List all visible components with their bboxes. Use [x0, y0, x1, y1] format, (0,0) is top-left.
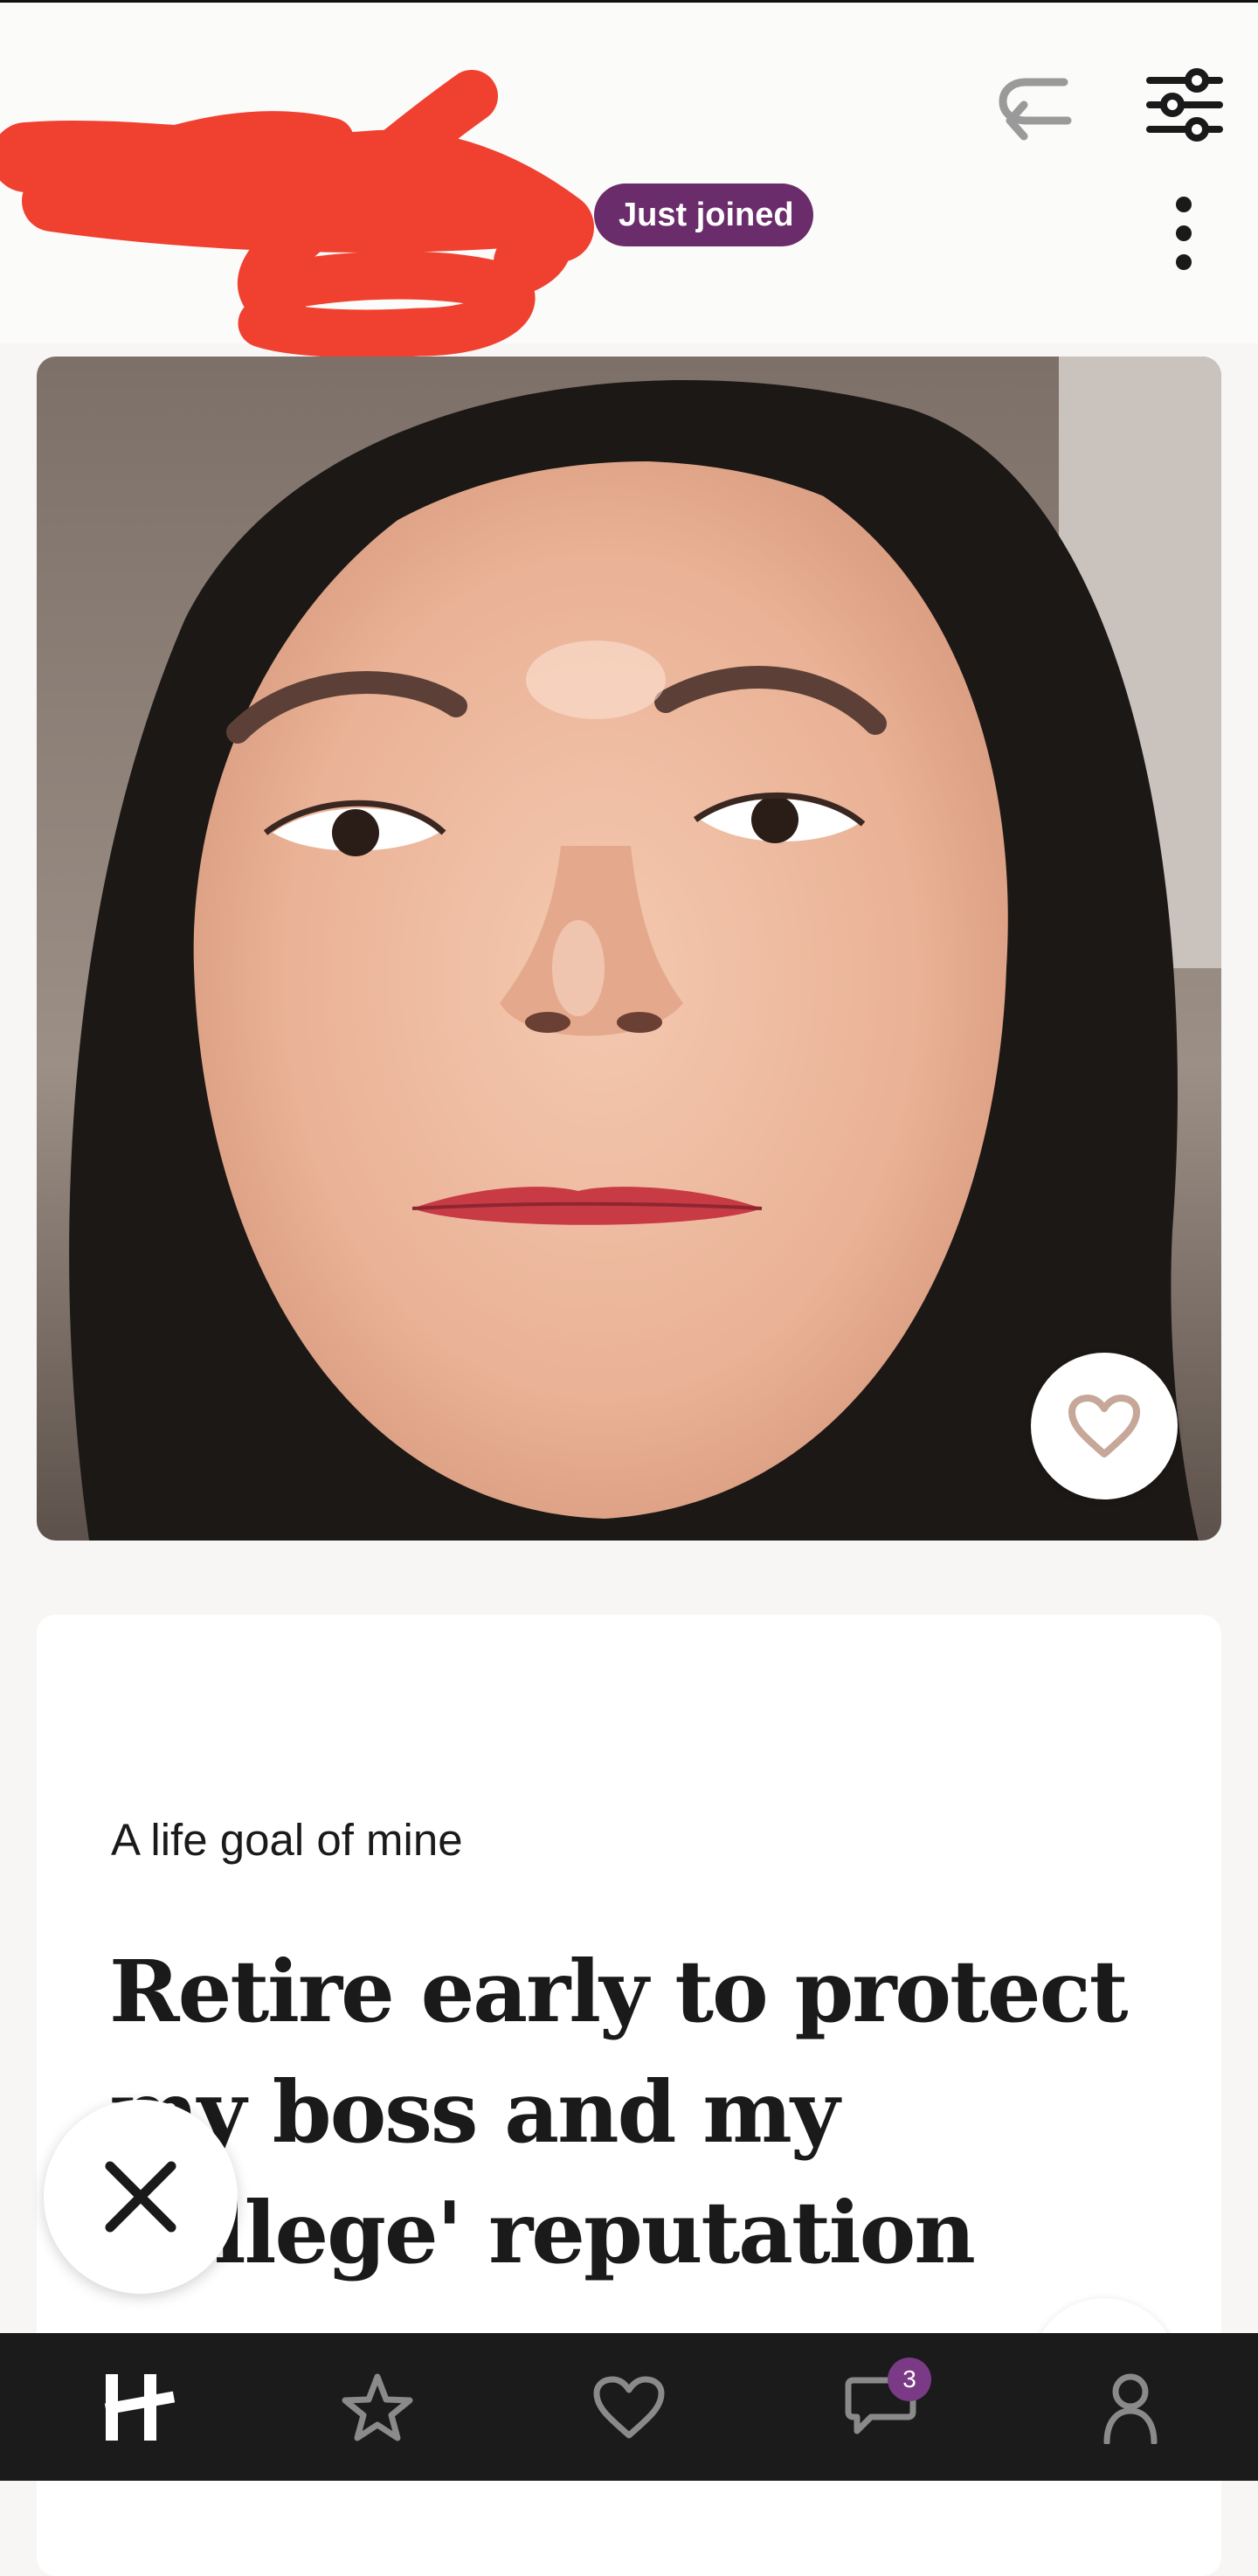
nav-standouts[interactable] — [299, 2333, 456, 2481]
like-photo-button[interactable] — [1031, 1353, 1178, 1499]
profile-icon — [1103, 2373, 1158, 2444]
nav-matches[interactable]: 3 — [802, 2333, 959, 2481]
more-options-button[interactable] — [1162, 194, 1206, 273]
undo-button[interactable] — [994, 66, 1078, 145]
portrait-image — [37, 357, 1221, 1541]
matches-count-badge: 3 — [888, 2358, 931, 2401]
profile-photo[interactable] — [37, 357, 1221, 1541]
prompt-answer: Retire early to protect my boss and my c… — [109, 1942, 1129, 2282]
sliders-icon — [1146, 68, 1223, 142]
just-joined-badge: Just joined — [594, 184, 813, 246]
star-icon — [342, 2373, 413, 2441]
nav-likes-you[interactable] — [550, 2333, 708, 2481]
heart-icon — [593, 2376, 665, 2438]
undo-arrow-icon — [999, 78, 1072, 141]
filter-button[interactable] — [1144, 66, 1225, 143]
hinge-logo-icon — [104, 2373, 176, 2441]
bottom-navigation: 3 — [0, 2333, 1258, 2481]
name-redaction-scribble — [0, 70, 594, 358]
nav-discover[interactable] — [61, 2333, 218, 2481]
heart-outline-icon — [1068, 1395, 1140, 1458]
dismiss-button[interactable] — [44, 2100, 238, 2294]
vertical-dots-icon — [1176, 197, 1192, 270]
x-icon — [105, 2161, 176, 2233]
nav-profile[interactable] — [1052, 2333, 1209, 2481]
prompt-question: A life goal of mine — [111, 1815, 463, 1865]
